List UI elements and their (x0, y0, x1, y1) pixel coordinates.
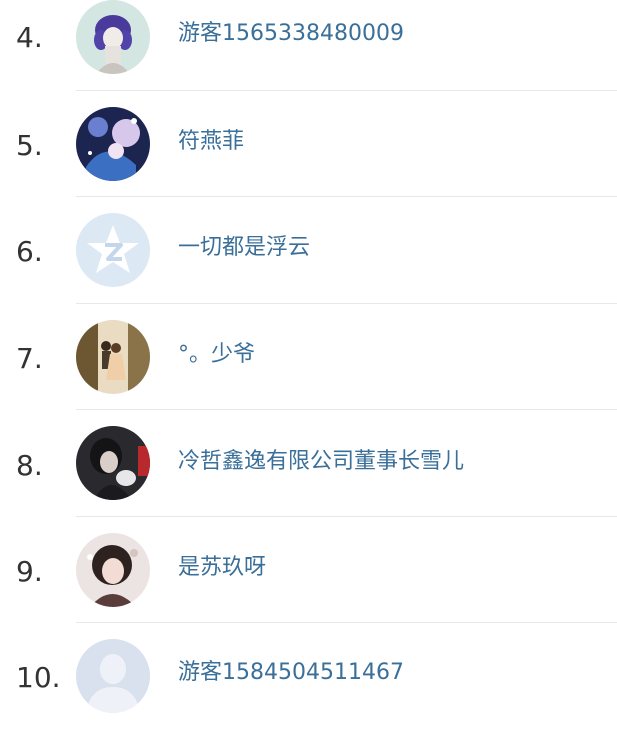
username-link[interactable]: 一切都是浮云 (178, 237, 310, 259)
avatar[interactable] (76, 426, 150, 500)
couple-photo-icon (76, 320, 150, 394)
list-item: 6. 一切都是浮云 (0, 212, 617, 318)
anime-girl-purple-hair-icon (76, 0, 150, 74)
rank-number: 9. (16, 555, 43, 588)
rank-number: 10. (16, 661, 61, 694)
list-item: 10. 游客1584504511467 (0, 636, 617, 742)
rank-number: 7. (16, 342, 43, 375)
avatar[interactable] (76, 213, 150, 287)
avatar[interactable] (76, 533, 150, 607)
list-item: 7. °。少爷 (0, 318, 617, 424)
girl-selfie-icon (76, 533, 150, 607)
username-link[interactable]: °。少爷 (178, 344, 255, 366)
avatar[interactable] (76, 0, 150, 74)
divider (76, 196, 617, 197)
divider (76, 622, 617, 623)
rank-number: 6. (16, 235, 43, 268)
divider (76, 303, 617, 304)
rank-number: 5. (16, 129, 43, 162)
username-link[interactable]: 符燕菲 (178, 131, 244, 153)
dark-portrait-icon (76, 426, 150, 500)
username-link[interactable]: 冷哲鑫逸有限公司董事长雪儿 (178, 451, 464, 473)
avatar[interactable] (76, 107, 150, 181)
default-person-icon (76, 639, 150, 713)
list-item: 5. 符燕菲 (0, 106, 617, 212)
list-item: 8. 冷哲鑫逸有限公司董事长雪儿 (0, 424, 617, 530)
qzone-star-icon (76, 213, 150, 287)
divider (76, 90, 617, 91)
avatar[interactable] (76, 639, 150, 713)
rank-number: 4. (16, 21, 43, 54)
username-link[interactable]: 是苏玖呀 (178, 557, 266, 579)
avatar[interactable] (76, 320, 150, 394)
username-link[interactable]: 游客1565338480009 (178, 23, 404, 45)
list-item: 9. 是苏玖呀 (0, 530, 617, 636)
ranking-list: 4. 游客1565338480009 5. 符燕菲 6. 一切都是浮云 7. °… (0, 0, 617, 729)
divider (76, 409, 617, 410)
list-item: 4. 游客1565338480009 (0, 0, 617, 106)
username-link[interactable]: 游客1584504511467 (178, 662, 404, 684)
rank-number: 8. (16, 449, 43, 482)
fantasy-illustration-icon (76, 107, 150, 181)
divider (76, 516, 617, 517)
